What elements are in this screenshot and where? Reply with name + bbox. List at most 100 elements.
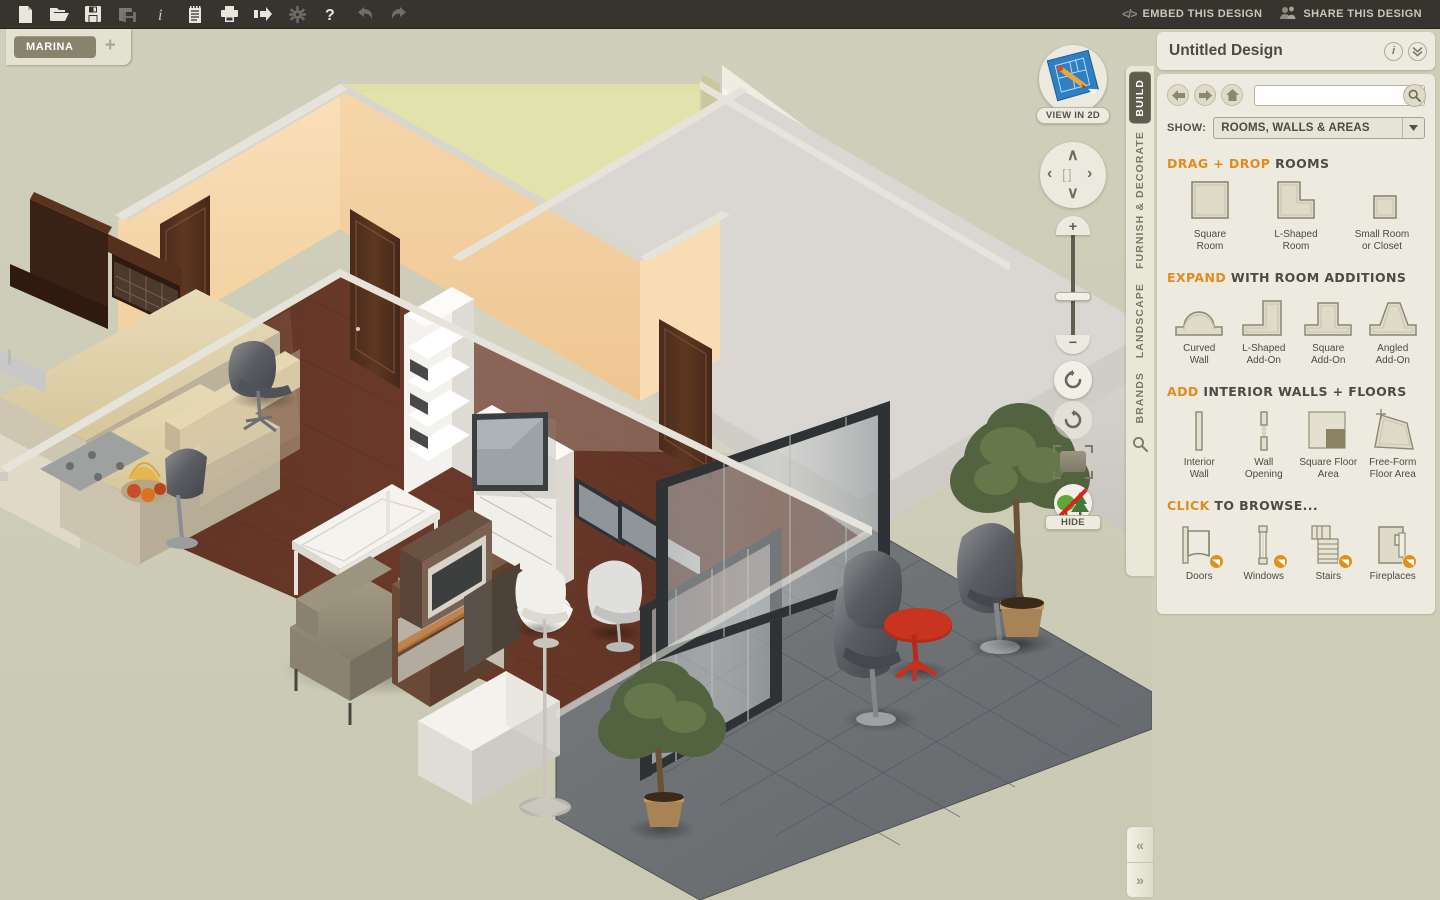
- pan-up-arrow[interactable]: ∧: [1067, 148, 1079, 164]
- top-toolbar: i ? </> EMBED THIS DESIGN SHARE THIS DES…: [0, 0, 1440, 29]
- item-fireplaces[interactable]: Fireplaces: [1361, 521, 1426, 583]
- share-design-label: SHARE THIS DESIGN: [1303, 8, 1422, 20]
- redo-icon[interactable]: [382, 1, 416, 27]
- l-shaped-room-icon: [1253, 179, 1339, 225]
- zoom-slider-handle[interactable]: [1055, 292, 1091, 301]
- item-l-shaped-addon[interactable]: L-Shaped Add-On: [1232, 293, 1297, 367]
- share-people-icon: [1280, 6, 1297, 23]
- fit-to-view-button[interactable]: [1053, 445, 1093, 479]
- item-square-addon[interactable]: Square Add-On: [1296, 293, 1361, 367]
- project-tab-marina[interactable]: MARINA: [14, 36, 96, 58]
- section-title-accent: ADD: [1167, 384, 1199, 399]
- chevron-down-icon[interactable]: [1402, 118, 1424, 138]
- show-select[interactable]: ROOMS, WALLS & AREAS: [1213, 117, 1425, 139]
- notes-icon[interactable]: [178, 1, 212, 27]
- pan-control-disc[interactable]: ∧ ∨ ‹ › [ ]: [1040, 142, 1106, 208]
- sidetab-furnish-decorate[interactable]: FURNISH & DECORATE: [1129, 124, 1151, 276]
- item-curved-wall[interactable]: Curved Wall: [1167, 293, 1232, 367]
- nav-forward-button[interactable]: [1194, 84, 1216, 106]
- pan-right-arrow[interactable]: ›: [1087, 166, 1092, 182]
- save-icon[interactable]: [76, 1, 110, 27]
- floorplan-3d-render: [0, 29, 1152, 900]
- item-doors[interactable]: Doors: [1167, 521, 1232, 583]
- browse-badge: [1337, 554, 1353, 569]
- blueprint-pencil-icon: [1046, 49, 1099, 102]
- panel-collapse-controls: « »: [1126, 826, 1154, 900]
- doors-icon: [1167, 521, 1232, 569]
- sidetab-search-button[interactable]: [1132, 436, 1148, 457]
- right-panel: Untitled Design i SHOW: ROOMS, WALLS & A…: [1152, 29, 1440, 900]
- zoom-in-button[interactable]: +: [1056, 216, 1090, 235]
- share-design-link[interactable]: SHARE THIS DESIGN: [1276, 6, 1426, 23]
- item-label: Interior Wall: [1183, 457, 1215, 480]
- square-addon-icon: [1296, 293, 1361, 339]
- rotate-clockwise-button[interactable]: [1054, 401, 1092, 439]
- section-click-to-browse: CLICK TO BROWSE... Doors Windows Stairs …: [1167, 498, 1425, 583]
- view-in-2d-label: VIEW IN 2D: [1036, 107, 1110, 124]
- item-square-floor-area[interactable]: Square Floor Area: [1296, 407, 1361, 481]
- collapse-left-button[interactable]: «: [1126, 826, 1154, 862]
- pan-recenter-button[interactable]: [ ]: [1062, 166, 1072, 182]
- curved-wall-icon: [1167, 293, 1232, 339]
- item-windows[interactable]: Windows: [1232, 521, 1297, 583]
- rotate-counterclockwise-button[interactable]: [1054, 361, 1092, 399]
- print-icon[interactable]: [212, 1, 246, 27]
- zoom-slider[interactable]: + −: [1054, 216, 1092, 354]
- fireplaces-icon: [1361, 521, 1426, 569]
- rotate-ccw-icon: [1064, 370, 1082, 389]
- fit-corner-tr: [1085, 445, 1093, 453]
- windows-icon: [1232, 521, 1297, 569]
- zoom-out-button[interactable]: −: [1056, 335, 1090, 354]
- item-small-room-or-closet[interactable]: Small Room or Closet: [1339, 179, 1425, 253]
- settings-gear-icon[interactable]: [280, 1, 314, 27]
- toolbar-right-links: </> EMBED THIS DESIGN SHARE THIS DESIGN: [1118, 0, 1440, 28]
- item-label: Square Floor Area: [1299, 457, 1358, 480]
- panel-search-box[interactable]: [1254, 83, 1426, 107]
- open-folder-icon[interactable]: [42, 1, 76, 27]
- search-input[interactable]: [1255, 86, 1424, 105]
- stairs-icon: [1296, 521, 1361, 569]
- nav-back-button[interactable]: [1167, 84, 1189, 106]
- section-title-accent: EXPAND: [1167, 270, 1227, 285]
- hide-landscape-button[interactable]: HIDE: [1043, 484, 1103, 532]
- angled-addon-icon: [1361, 293, 1426, 339]
- svg-text:i: i: [158, 7, 162, 23]
- new-document-icon[interactable]: [8, 1, 42, 27]
- section-title-rest: TO BROWSE...: [1214, 498, 1319, 513]
- section-title-accent: DRAG + DROP: [1167, 156, 1271, 171]
- zoom-slider-track[interactable]: [1071, 226, 1075, 344]
- sidetab-brands[interactable]: BRANDS: [1129, 365, 1151, 431]
- item-interior-wall[interactable]: Interior Wall: [1167, 407, 1232, 481]
- item-l-shaped-room[interactable]: L-Shaped Room: [1253, 179, 1339, 253]
- design-3d-viewport[interactable]: [0, 29, 1152, 900]
- embed-design-link[interactable]: </> EMBED THIS DESIGN: [1118, 7, 1266, 21]
- item-free-form-floor-area[interactable]: Free-Form Floor Area: [1361, 407, 1426, 481]
- add-tab-button[interactable]: +: [102, 36, 119, 58]
- nav-home-button[interactable]: [1221, 84, 1243, 106]
- collapse-right-button[interactable]: »: [1126, 862, 1154, 898]
- sidetab-build[interactable]: BUILD: [1129, 72, 1151, 124]
- wall-opening-icon: [1232, 407, 1297, 453]
- free-form-floor-area-icon: [1361, 407, 1426, 453]
- undo-icon[interactable]: [348, 1, 382, 27]
- fit-corner-tl: [1053, 445, 1061, 453]
- item-angled-addon[interactable]: Angled Add-On: [1361, 293, 1426, 367]
- info-icon[interactable]: i: [144, 1, 178, 27]
- pan-left-arrow[interactable]: ‹: [1047, 166, 1052, 182]
- item-square-room[interactable]: Square Room: [1167, 179, 1253, 253]
- search-icon: [1133, 437, 1148, 453]
- square-floor-area-icon: [1296, 407, 1361, 453]
- interior-wall-icon: [1167, 407, 1232, 453]
- item-label: Curved Wall: [1183, 343, 1216, 366]
- view-in-2d-button[interactable]: VIEW IN 2D: [1036, 45, 1110, 125]
- l-shaped-addon-icon: [1232, 293, 1297, 339]
- item-wall-opening[interactable]: Wall Opening: [1232, 407, 1297, 481]
- rotate-cw-icon: [1064, 410, 1082, 429]
- save-as-icon[interactable]: [110, 1, 144, 27]
- pan-down-arrow[interactable]: ∨: [1067, 186, 1079, 202]
- item-stairs[interactable]: Stairs: [1296, 521, 1361, 583]
- sidetab-landscape[interactable]: LANDSCAPE: [1129, 276, 1151, 365]
- export-icon[interactable]: [246, 1, 280, 27]
- help-icon[interactable]: ?: [314, 1, 348, 27]
- search-submit-button[interactable]: [1403, 83, 1426, 107]
